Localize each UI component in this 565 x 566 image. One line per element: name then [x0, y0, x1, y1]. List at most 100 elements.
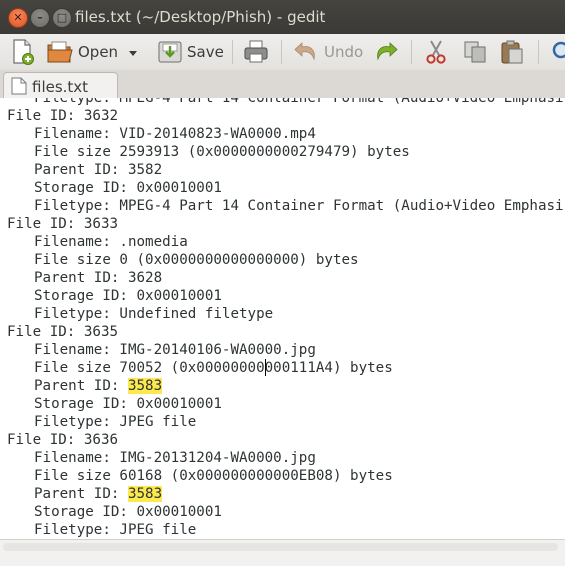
redo-button[interactable] [372, 38, 400, 66]
cut-icon [426, 40, 446, 64]
open-label: Open [78, 43, 119, 61]
minimize-icon: – [37, 11, 43, 24]
editor-line: Parent ID: 3583 [7, 377, 565, 395]
editor-line: Filename: .nomedia [7, 233, 565, 251]
window-title: files.txt (~/Desktop/Phish) - gedit [75, 8, 326, 26]
cut-button[interactable] [422, 38, 450, 66]
line-text: File ID: 3635 [7, 324, 119, 340]
search-highlight: 3583 [127, 378, 163, 394]
editor-line: File ID: 3636 [7, 431, 565, 449]
toolbar-separator [411, 40, 412, 64]
horizontal-scrollbar[interactable] [3, 543, 558, 551]
editor-line: Storage ID: 0x00010001 [7, 395, 565, 413]
editor-line: File ID: 3633 [7, 215, 565, 233]
title-bar: ✕ – □ files.txt (~/Desktop/Phish) - gedi… [0, 0, 565, 34]
line-text: Parent ID: 3583 [7, 486, 163, 502]
line-text: Filetype: MPEG-4 Part 14 Container Forma… [34, 198, 565, 214]
tab-bar: files.txt [0, 70, 565, 99]
line-text: Filetype: MPEG-4 Part 14 Container Forma… [34, 98, 565, 106]
editor-line: File size 60168 (0x000000000000EB08) byt… [7, 467, 565, 485]
line-text: File size 2593913 (0x0000000000279479) b… [34, 144, 410, 160]
print-icon [244, 40, 268, 63]
editor-line: Parent ID: 3582 [7, 161, 565, 179]
minimize-window-button[interactable]: – [30, 8, 50, 28]
line-text: Parent ID: 3583 [7, 378, 163, 394]
undo-label: Undo [324, 43, 364, 61]
search-icon [552, 41, 565, 59]
line-prefix: Parent ID: [34, 486, 128, 502]
editor-line: Storage ID: 0x00010001 [7, 179, 565, 197]
dropdown-arrow-icon [129, 51, 137, 56]
new-document-button[interactable] [8, 38, 38, 66]
open-recent-dropdown[interactable] [126, 38, 140, 66]
line-text: Filename: .nomedia [34, 234, 188, 250]
undo-button[interactable]: Undo [292, 38, 364, 66]
tab-files-txt[interactable]: files.txt [3, 72, 118, 99]
redo-icon [377, 42, 398, 61]
close-window-button[interactable]: ✕ [8, 8, 28, 28]
text-cursor [265, 359, 266, 376]
line-text: Parent ID: 3582 [34, 162, 163, 178]
toolbar-separator [281, 40, 282, 64]
open-button[interactable]: Open [46, 38, 120, 66]
copy-button[interactable] [461, 38, 489, 66]
close-icon: ✕ [13, 11, 23, 24]
line-text: Filename: IMG-20131204-WA0000.jpg [34, 450, 316, 466]
undo-icon [294, 42, 315, 61]
save-button[interactable]: Save [156, 38, 224, 66]
copy-icon [464, 41, 486, 63]
line-text: Storage ID: 0x00010001 [34, 504, 222, 520]
new-document-icon [13, 39, 34, 65]
paste-button[interactable] [498, 38, 526, 66]
line-text: Filename: VID-20140823-WA0000.mp4 [34, 126, 316, 142]
editor-line: File size 2593913 (0x0000000000279479) b… [7, 143, 565, 161]
line-text: Storage ID: 0x00010001 [34, 180, 222, 196]
toolbar: Open Save Undo [0, 34, 565, 71]
editor-line: File size 0 (0x0000000000000000) bytes [7, 251, 565, 269]
editor-lines: Filetype: MPEG-4 Part 14 Container Forma… [7, 98, 565, 539]
search-button[interactable] [548, 38, 565, 66]
line-text: Filetype: JPEG file [34, 522, 197, 538]
toolbar-separator [232, 40, 233, 64]
line-text: File ID: 3632 [7, 108, 119, 124]
editor-line: Parent ID: 3583 [7, 485, 565, 503]
line-prefix: Parent ID: [34, 378, 128, 394]
editor-line: Storage ID: 0x00010001 [7, 503, 565, 521]
editor-line: Filename: VID-20140823-WA0000.mp4 [7, 125, 565, 143]
editor-line: Filetype: MPEG-4 Part 14 Container Forma… [7, 197, 565, 215]
line-text: Filetype: Undefined filetype [34, 306, 274, 322]
save-icon [158, 41, 182, 63]
save-label: Save [187, 43, 224, 61]
tab-label: files.txt [32, 78, 89, 96]
text-file-icon [11, 77, 27, 95]
editor-line: File size 70052 (0x00000000000111A4) byt… [7, 359, 565, 377]
paste-icon [501, 40, 523, 64]
line-text: Parent ID: 3628 [34, 270, 163, 286]
line-text: Storage ID: 0x00010001 [34, 396, 222, 412]
line-text: Filetype: JPEG file [34, 414, 197, 430]
line-text: File ID: 3636 [7, 432, 119, 448]
editor-line: Filetype: JPEG file [7, 413, 565, 431]
maximize-window-button[interactable]: □ [52, 8, 72, 28]
text-editor[interactable]: Filetype: MPEG-4 Part 14 Container Forma… [0, 98, 565, 539]
line-text: File size 70052 (0x00000000000111A4) byt… [34, 360, 393, 376]
editor-line: Parent ID: 3628 [7, 269, 565, 287]
line-text: Storage ID: 0x00010001 [34, 288, 222, 304]
editor-line: Filetype: MPEG-4 Part 14 Container Forma… [7, 98, 565, 107]
line-text: File ID: 3633 [7, 216, 119, 232]
status-bar [0, 539, 565, 566]
line-text: File size 0 (0x0000000000000000) bytes [34, 252, 359, 268]
editor-line: Storage ID: 0x00010001 [7, 287, 565, 305]
line-text: File size 60168 (0x000000000000EB08) byt… [34, 468, 393, 484]
maximize-icon: □ [56, 11, 68, 24]
editor-line: Filetype: JPEG file [7, 521, 565, 539]
search-highlight: 3583 [127, 486, 163, 502]
editor-line: Filename: IMG-20131204-WA0000.jpg [7, 449, 565, 467]
line-text: Filename: IMG-20140106-WA0000.jpg [34, 342, 316, 358]
editor-line: Filetype: Undefined filetype [7, 305, 565, 323]
editor-line: File ID: 3635 [7, 323, 565, 341]
toolbar-separator [538, 40, 539, 64]
open-folder-icon [47, 41, 73, 63]
editor-line: Filename: IMG-20140106-WA0000.jpg [7, 341, 565, 359]
print-button[interactable] [242, 38, 270, 66]
